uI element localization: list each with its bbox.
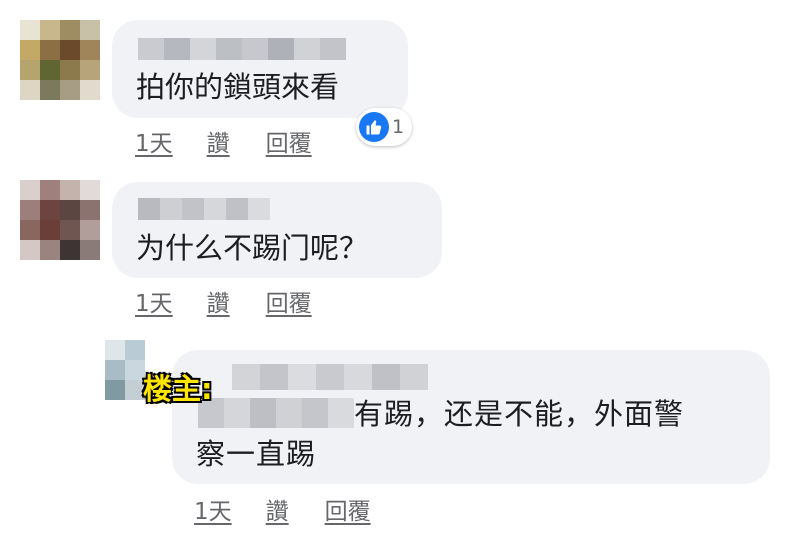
avatar-pixel bbox=[125, 380, 145, 400]
avatar-pixel bbox=[20, 200, 40, 220]
blur-block bbox=[268, 38, 294, 60]
reply-button[interactable]: 回覆 bbox=[325, 492, 371, 526]
comment-actions: 1天 讚 回覆 bbox=[135, 284, 312, 318]
avatar-pixel bbox=[80, 180, 100, 200]
blur-block bbox=[248, 198, 270, 220]
blur-block bbox=[160, 198, 182, 220]
avatar-pixel bbox=[20, 40, 40, 60]
blur-block bbox=[344, 364, 372, 390]
reply-button[interactable]: 回覆 bbox=[266, 124, 312, 158]
blur-block bbox=[224, 398, 250, 428]
avatar-pixel bbox=[60, 240, 80, 260]
avatar-pixel bbox=[40, 240, 60, 260]
reaction-count: 1 bbox=[392, 116, 405, 138]
timestamp-link[interactable]: 1天 bbox=[135, 284, 173, 318]
blur-block bbox=[204, 198, 226, 220]
blur-block bbox=[164, 38, 190, 60]
reaction-badge[interactable]: 1 bbox=[356, 108, 413, 146]
avatar-pixel bbox=[105, 340, 125, 360]
blur-block bbox=[138, 38, 164, 60]
avatar-pixel bbox=[60, 60, 80, 80]
avatar[interactable] bbox=[20, 180, 100, 260]
comment-actions: 1天 讚 回覆 bbox=[194, 492, 371, 526]
avatar-pixel bbox=[40, 220, 60, 240]
blur-block bbox=[316, 364, 344, 390]
blur-block bbox=[182, 198, 204, 220]
blur-block bbox=[294, 38, 320, 60]
avatar-pixel bbox=[20, 80, 40, 100]
like-button[interactable]: 讚 bbox=[207, 284, 230, 318]
author-name-redacted[interactable] bbox=[232, 364, 428, 390]
blur-block bbox=[232, 364, 260, 390]
author-name-redacted[interactable] bbox=[138, 38, 346, 60]
comment-text: 为什么不踢门呢？ bbox=[136, 231, 369, 265]
avatar-pixel bbox=[80, 20, 100, 40]
comment-actions: 1天 讚 回覆 bbox=[135, 124, 312, 158]
blur-block bbox=[302, 398, 328, 428]
comment-text: 拍你的鎖頭來看 bbox=[136, 70, 340, 104]
blur-block bbox=[138, 198, 160, 220]
reply-text: 有踢，还是不能，外面警 bbox=[354, 397, 685, 431]
thumbs-up-icon bbox=[359, 112, 389, 142]
avatar-pixel bbox=[40, 40, 60, 60]
timestamp-link[interactable]: 1天 bbox=[135, 124, 173, 158]
avatar-pixel bbox=[80, 60, 100, 80]
avatar-pixel bbox=[60, 40, 80, 60]
blur-block bbox=[216, 38, 242, 60]
op-badge: 楼主: bbox=[142, 371, 214, 407]
timestamp-link[interactable]: 1天 bbox=[194, 492, 232, 526]
comment-bubble: 拍你的鎖頭來看 bbox=[112, 20, 408, 118]
avatar-pixel bbox=[80, 40, 100, 60]
blur-block bbox=[400, 364, 428, 390]
avatar-pixel bbox=[80, 240, 100, 260]
like-button[interactable]: 讚 bbox=[266, 492, 289, 526]
reply-button[interactable]: 回覆 bbox=[266, 284, 312, 318]
blur-block bbox=[372, 364, 400, 390]
avatar-pixel bbox=[80, 200, 100, 220]
blur-block bbox=[190, 38, 216, 60]
author-name-redacted[interactable] bbox=[138, 198, 270, 220]
avatar-pixel bbox=[20, 20, 40, 40]
avatar-pixel bbox=[60, 200, 80, 220]
blur-block bbox=[288, 364, 316, 390]
avatar[interactable] bbox=[105, 340, 145, 400]
avatar-pixel bbox=[20, 60, 40, 80]
avatar-pixel bbox=[40, 180, 60, 200]
blur-block bbox=[276, 398, 302, 428]
reply-text: 察一直踢 bbox=[196, 437, 317, 471]
reply-bubble: 有踢，还是不能，外面警 察一直踢 bbox=[172, 350, 770, 484]
comment-bubble: 为什么不踢门呢？ bbox=[112, 182, 442, 278]
blur-block bbox=[320, 38, 346, 60]
blur-block bbox=[328, 398, 354, 428]
avatar-pixel bbox=[60, 20, 80, 40]
avatar-pixel bbox=[125, 360, 145, 380]
avatar-pixel bbox=[80, 80, 100, 100]
avatar-pixel bbox=[60, 180, 80, 200]
blur-block bbox=[250, 398, 276, 428]
avatar-pixel bbox=[125, 340, 145, 360]
blur-block bbox=[226, 198, 248, 220]
avatar-pixel bbox=[40, 200, 60, 220]
avatar-pixel bbox=[80, 220, 100, 240]
avatar-pixel bbox=[20, 240, 40, 260]
avatar-pixel bbox=[40, 80, 60, 100]
avatar-pixel bbox=[20, 180, 40, 200]
avatar-pixel bbox=[40, 20, 60, 40]
avatar-pixel bbox=[60, 80, 80, 100]
avatar-pixel bbox=[40, 60, 60, 80]
blur-block bbox=[242, 38, 268, 60]
like-button[interactable]: 讚 bbox=[207, 124, 230, 158]
avatar[interactable] bbox=[20, 20, 100, 100]
avatar-pixel bbox=[105, 380, 125, 400]
avatar-pixel bbox=[60, 220, 80, 240]
avatar-pixel bbox=[105, 360, 125, 380]
blur-block bbox=[260, 364, 288, 390]
author-name-redacted bbox=[198, 398, 354, 428]
avatar-pixel bbox=[20, 220, 40, 240]
